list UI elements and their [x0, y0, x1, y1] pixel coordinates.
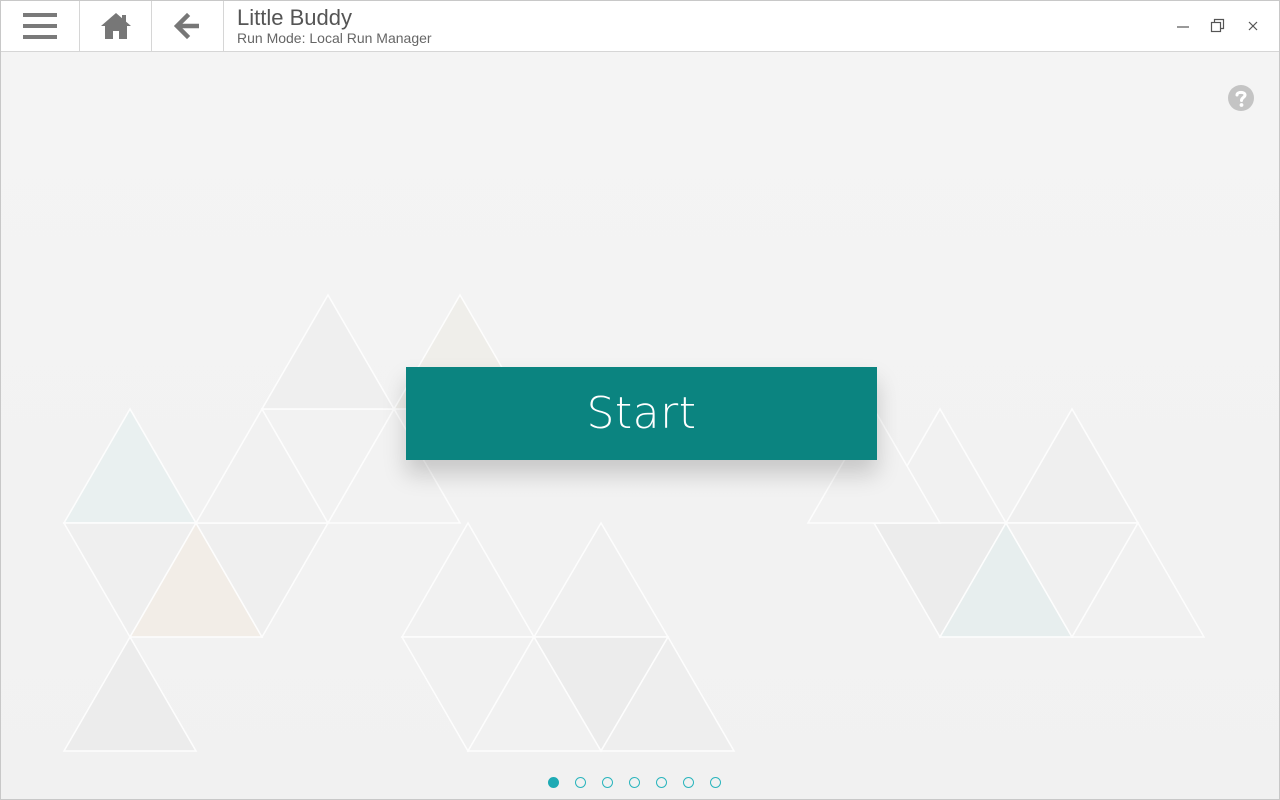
- run-mode-label: Run Mode: Local Run Manager: [237, 29, 432, 46]
- home-button[interactable]: [80, 1, 152, 51]
- start-button[interactable]: Start: [406, 367, 877, 460]
- page-dot[interactable]: [656, 777, 667, 788]
- page-dot[interactable]: [683, 777, 694, 788]
- menu-button[interactable]: [1, 1, 80, 51]
- page-dot[interactable]: [548, 777, 559, 788]
- home-icon: [100, 13, 131, 39]
- page-dot[interactable]: [710, 777, 721, 788]
- main-area: Start: [1, 52, 1279, 799]
- close-button[interactable]: [1245, 18, 1261, 34]
- help-button[interactable]: [1228, 85, 1254, 111]
- restore-button[interactable]: [1210, 18, 1226, 34]
- close-icon: [1248, 21, 1258, 31]
- hamburger-menu-icon: [23, 13, 57, 39]
- back-button[interactable]: [152, 1, 224, 51]
- title-block: Little Buddy Run Mode: Local Run Manager: [224, 1, 1175, 51]
- question-circle-icon: [1228, 85, 1254, 111]
- minimize-icon: [1177, 26, 1189, 28]
- app-title: Little Buddy: [237, 4, 352, 30]
- page-indicator: [548, 777, 721, 788]
- window-controls: [1175, 1, 1279, 51]
- back-arrow-icon: [173, 12, 199, 40]
- page-dot[interactable]: [602, 777, 613, 788]
- page-dot[interactable]: [575, 777, 586, 788]
- minimize-button[interactable]: [1175, 18, 1191, 34]
- restore-icon: [1210, 18, 1225, 33]
- app-window: Little Buddy Run Mode: Local Run Manager: [0, 0, 1280, 800]
- page-dot[interactable]: [629, 777, 640, 788]
- top-bar: Little Buddy Run Mode: Local Run Manager: [1, 1, 1279, 52]
